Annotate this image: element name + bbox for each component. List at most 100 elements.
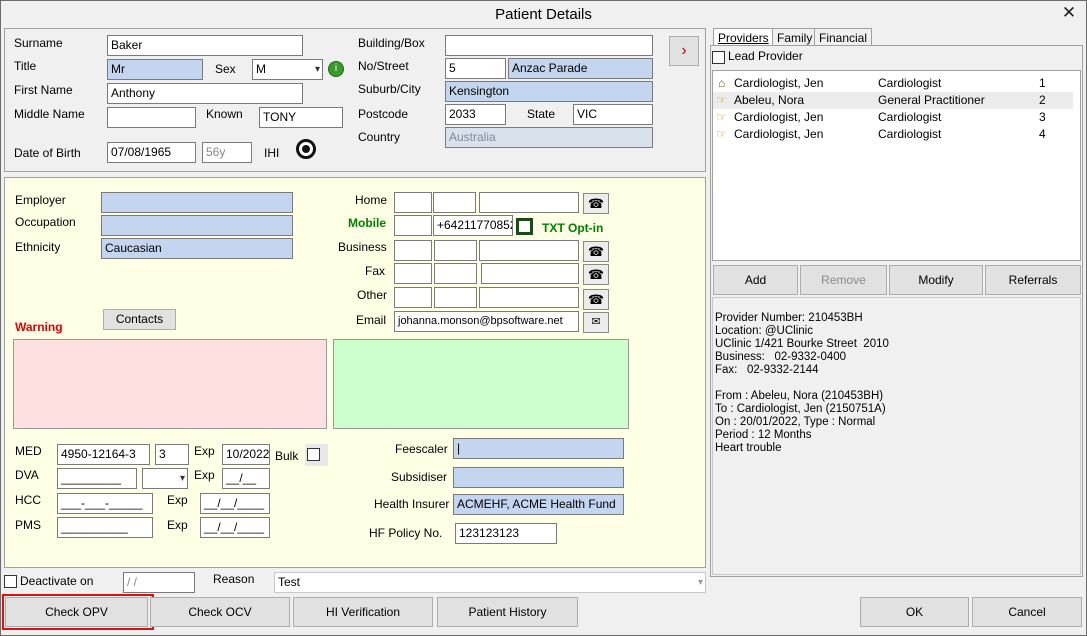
building-field[interactable] <box>445 35 653 56</box>
pms-exp-field[interactable]: __/__/____ <box>200 517 270 538</box>
lead-provider-checkbox[interactable] <box>712 51 725 64</box>
feescaler-field[interactable]: | <box>453 438 624 459</box>
business-prefix-field[interactable] <box>434 240 477 261</box>
business-number-field[interactable] <box>479 240 579 261</box>
list-item[interactable]: ☞ Abeleu, Nora General Practitioner 2 <box>713 92 1073 109</box>
tab-family[interactable]: Family <box>772 28 818 46</box>
patient-history-button[interactable]: Patient History <box>437 597 578 627</box>
mobile-field[interactable]: +64211770852 <box>433 215 513 236</box>
pms-label: PMS <box>15 518 42 532</box>
pms-number-field[interactable]: __________ <box>57 517 153 538</box>
postcode-field[interactable]: 2033 <box>445 104 506 125</box>
hand-pointing-icon: ☞ <box>716 93 727 107</box>
med-irn-field[interactable]: 3 <box>155 444 189 465</box>
med-number-field[interactable]: 4950-12164-3 <box>57 444 150 465</box>
txt-optin-checkbox[interactable] <box>516 218 533 235</box>
sex-info-icon[interactable]: i <box>328 61 344 77</box>
title-field[interactable]: Mr <box>107 59 203 80</box>
hcc-number-field[interactable]: ___-___-_____ <box>57 493 153 514</box>
fax-number-field[interactable] <box>481 263 579 284</box>
close-icon[interactable]: ✕ <box>1059 3 1079 23</box>
home-area-field[interactable] <box>394 192 432 213</box>
provider-number: 2 <box>1039 93 1046 107</box>
mobile-area-field[interactable] <box>394 215 432 236</box>
ethnicity-field[interactable]: Caucasian <box>101 238 293 259</box>
other-area-field[interactable] <box>394 287 432 308</box>
occupation-field[interactable] <box>101 215 293 236</box>
fax-prefix-field[interactable] <box>434 263 477 284</box>
address-lookup-button[interactable]: › <box>669 36 699 66</box>
middle-name-field[interactable] <box>107 107 196 128</box>
detail-line: Location: @UClinic <box>715 325 813 337</box>
provider-detail-text: Provider Number: 210453BH Location: @UCli… <box>715 299 889 481</box>
dva-type-select[interactable]: ▾ <box>142 468 188 489</box>
provider-number: 3 <box>1039 110 1046 124</box>
detail-line <box>715 377 889 390</box>
list-item[interactable]: ☞ Cardiologist, Jen Cardiologist 4 <box>713 126 1073 143</box>
suburb-field[interactable]: Kensington <box>445 81 653 102</box>
surname-label: Surname <box>14 36 63 50</box>
house-icon: ⌂ <box>718 76 726 90</box>
remove-provider-button[interactable]: Remove <box>800 265 887 295</box>
email-compose-icon[interactable]: ✉ <box>583 312 609 333</box>
known-field[interactable]: TONY <box>259 107 343 128</box>
state-field[interactable]: VIC <box>573 104 653 125</box>
deactivate-checkbox[interactable] <box>4 575 17 588</box>
phone-dial-icon[interactable]: ☎ <box>583 241 609 262</box>
chevron-down-icon: ▾ <box>179 473 185 484</box>
hcc-exp-field[interactable]: __/__/____ <box>200 493 270 514</box>
deactivate-date-field[interactable]: / / <box>123 572 195 593</box>
check-opv-button[interactable]: Check OPV <box>5 597 148 627</box>
ihi-status-icon[interactable] <box>296 139 316 159</box>
hi-verification-button[interactable]: HI Verification <box>293 597 433 627</box>
tab-providers[interactable]: Providers <box>713 28 774 46</box>
reason-select[interactable]: Test ▾ <box>274 572 706 593</box>
other-number-field[interactable] <box>479 287 579 308</box>
notes-box[interactable] <box>333 339 629 429</box>
other-prefix-field[interactable] <box>434 287 477 308</box>
med-exp-field[interactable]: 10/2022 <box>222 444 270 465</box>
list-item[interactable]: ⌂ Cardiologist, Jen Cardiologist 1 <box>713 75 1073 92</box>
employer-field[interactable] <box>101 192 293 213</box>
email-field[interactable]: johanna.monson@bpsoftware.net <box>394 311 579 332</box>
cancel-button[interactable]: Cancel <box>972 597 1082 627</box>
known-label: Known <box>206 107 243 121</box>
dva-exp-field[interactable]: __/__ <box>222 468 270 489</box>
first-name-field[interactable]: Anthony <box>107 83 303 104</box>
check-ocv-button[interactable]: Check OCV <box>150 597 290 627</box>
hf-policy-field[interactable]: 123123123 <box>455 523 557 544</box>
ok-button[interactable]: OK <box>860 597 969 627</box>
add-provider-button[interactable]: Add <box>713 265 798 295</box>
bulk-label: Bulk <box>275 449 299 463</box>
provider-name: Abeleu, Nora <box>734 93 805 107</box>
home-number-field[interactable] <box>479 192 579 213</box>
chevron-down-icon: ▾ <box>697 577 703 588</box>
street-number-field[interactable]: 5 <box>445 58 506 79</box>
fax-area-field[interactable] <box>394 263 432 284</box>
list-item[interactable]: ☞ Cardiologist, Jen Cardiologist 3 <box>713 109 1073 126</box>
dob-label: Date of Birth <box>14 146 81 160</box>
provider-type: General Practitioner <box>878 93 985 107</box>
street-name-field[interactable]: Anzac Parade <box>508 58 653 79</box>
referrals-button[interactable]: Referrals <box>985 265 1081 295</box>
dob-field[interactable]: 07/08/1965 <box>107 142 196 163</box>
tab-financial[interactable]: Financial <box>814 28 873 46</box>
phone-dial-icon[interactable]: ☎ <box>583 289 609 310</box>
phone-dial-icon[interactable]: ☎ <box>583 264 609 285</box>
reason-label: Reason <box>213 572 255 586</box>
warning-notes-box[interactable] <box>13 339 327 429</box>
health-insurer-field[interactable]: ACMEHF, ACME Health Fund <box>453 494 624 515</box>
business-area-field[interactable] <box>394 240 432 261</box>
subsidiser-field[interactable] <box>453 467 624 488</box>
modify-provider-button[interactable]: Modify <box>889 265 983 295</box>
bulk-checkbox[interactable] <box>307 448 320 461</box>
phone-dial-icon[interactable]: ☎ <box>583 193 609 214</box>
dva-label: DVA <box>15 468 39 482</box>
surname-field[interactable]: Baker <box>107 35 303 56</box>
home-prefix-field[interactable] <box>433 192 476 213</box>
sex-select[interactable]: M ▾ <box>252 59 323 80</box>
dva-number-field[interactable]: _________ <box>57 468 137 489</box>
dva-exp-label: Exp <box>194 468 215 482</box>
country-field[interactable]: Australia <box>445 127 653 148</box>
contacts-button[interactable]: Contacts <box>103 309 176 330</box>
